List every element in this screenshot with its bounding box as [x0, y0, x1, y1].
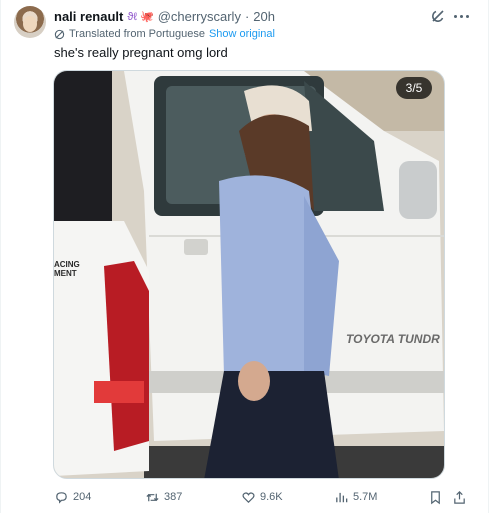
like-count: 9.6K — [260, 491, 283, 503]
views-icon — [336, 492, 348, 502]
header-separator: · — [244, 8, 250, 24]
translated-label: Translated from Portuguese — [69, 28, 205, 40]
truck-lettering-1: ACING — [54, 260, 80, 269]
reply-count: 204 — [73, 491, 92, 503]
share-button[interactable] — [452, 488, 467, 506]
action-bar: 204 387 9.6K 5.7M — [54, 488, 470, 506]
truck-badge: TOYOTA TUNDR — [346, 332, 440, 346]
media-counter: 3/5 — [396, 77, 432, 99]
grok-icon[interactable] — [430, 8, 446, 24]
bookmark-button[interactable] — [428, 488, 443, 506]
retweet-icon — [146, 493, 159, 501]
views-button[interactable]: 5.7M — [334, 488, 377, 506]
share-icon — [454, 490, 465, 504]
retweet-button[interactable]: 387 — [145, 488, 182, 506]
truck-lettering-2: MENT — [54, 269, 77, 278]
avatar[interactable] — [14, 6, 46, 38]
translation-notice: Translated from Portuguese Show original — [54, 27, 275, 41]
name-emoji: ϑℓ 🐙 — [127, 10, 154, 23]
translate-icon — [54, 29, 65, 39]
user-handle[interactable]: @cherryscarly — [158, 9, 241, 24]
tweet-header: nali renault ϑℓ 🐙 @cherryscarly · 20h — [54, 7, 275, 25]
show-original-link[interactable]: Show original — [209, 28, 275, 40]
retweet-count: 387 — [164, 491, 183, 503]
views-count: 5.7M — [353, 491, 378, 503]
media-photo[interactable]: ACING MENT TOYOTA TUNDR — [53, 70, 445, 479]
reply-icon — [56, 491, 67, 504]
photo-illustration: ACING MENT TOYOTA TUNDR — [54, 71, 444, 478]
bookmark-icon — [431, 490, 440, 504]
tweet[interactable]: nali renault ϑℓ 🐙 @cherryscarly · 20h Tr… — [0, 0, 489, 513]
more-icon[interactable] — [451, 8, 471, 24]
display-name[interactable]: nali renault — [54, 9, 123, 24]
heart-icon — [242, 491, 255, 503]
timestamp[interactable]: 20h — [253, 9, 275, 24]
tweet-text: she's really pregnant omg lord — [54, 45, 228, 60]
like-button[interactable]: 9.6K — [241, 488, 283, 506]
reply-button[interactable]: 204 — [54, 488, 91, 506]
